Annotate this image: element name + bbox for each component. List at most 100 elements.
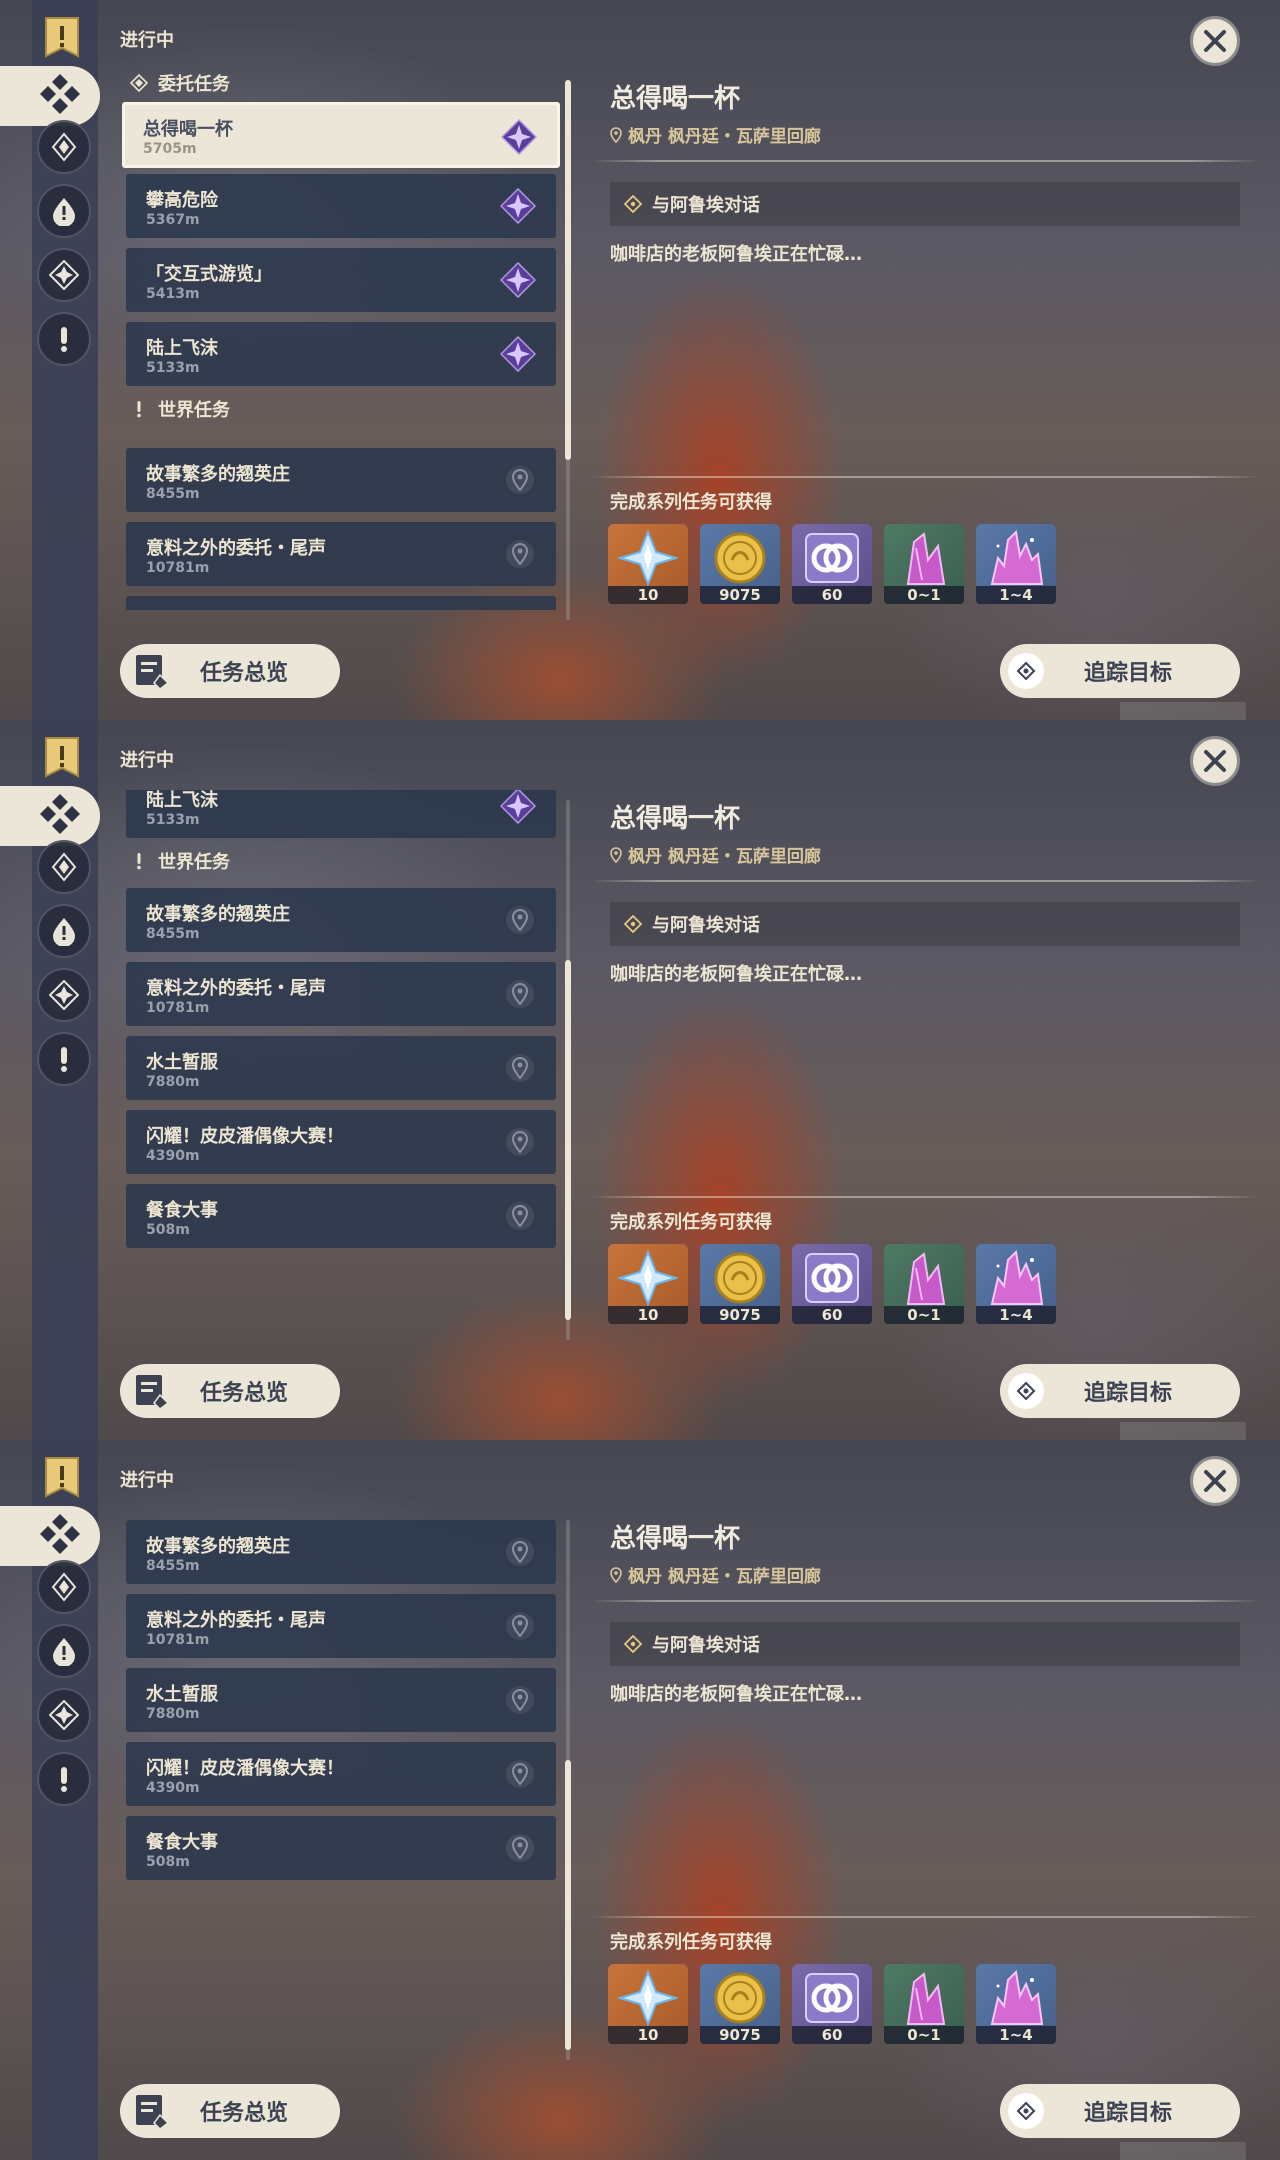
rail-tab-story[interactable]: [37, 184, 91, 238]
rail-tab-story[interactable]: [37, 1624, 91, 1678]
category-header-world: 世界任务: [130, 394, 230, 424]
reward-item[interactable]: 60: [792, 1244, 872, 1324]
quest-overview-label: 任务总览: [200, 1381, 289, 1406]
track-target-button[interactable]: 追踪目标: [1000, 1364, 1240, 1418]
reward-item[interactable]: 10: [608, 1964, 688, 2044]
quest-list-item[interactable]: 「交互式游览」 5413m: [126, 248, 556, 312]
close-button[interactable]: [1190, 1456, 1240, 1506]
exclaimDrop-icon: [49, 1636, 79, 1666]
quest-distance: 5133m: [146, 360, 200, 376]
detail-location-text: 枫丹 枫丹廷・瓦萨里回廊: [628, 1567, 821, 1587]
rail-tab-world-event[interactable]: [37, 248, 91, 302]
rail-tab-archon[interactable]: [37, 840, 91, 894]
commission-star-icon: [500, 336, 536, 372]
reward-count: 10: [608, 586, 688, 604]
diamonds-icon: [38, 72, 82, 120]
rail-tab-world-event[interactable]: [37, 1688, 91, 1742]
reward-item[interactable]: 9075: [700, 1244, 780, 1324]
quest-list-item[interactable]: 攀高危险 5367m: [126, 174, 556, 238]
reward-item[interactable]: 1~4: [976, 1244, 1056, 1324]
quest-name: 故事繁多的翘英庄: [146, 464, 290, 485]
rail-tab-archon[interactable]: [37, 120, 91, 174]
quest-distance: 5133m: [146, 812, 200, 828]
world-exclaim-icon: [130, 400, 148, 418]
reward-item[interactable]: 60: [792, 1964, 872, 2044]
reward-count: 0~1: [884, 1306, 964, 1324]
track-target-button[interactable]: 追踪目标: [1000, 644, 1240, 698]
quest-list-item[interactable]: 故事繁多的翘英庄 8455m: [126, 888, 556, 952]
exclaim-icon: [49, 1044, 79, 1074]
quest-overview-button[interactable]: 任务总览: [120, 1364, 340, 1418]
reward-item[interactable]: 10: [608, 524, 688, 604]
quest-overview-button[interactable]: 任务总览: [120, 644, 340, 698]
reward-item[interactable]: 9075: [700, 1964, 780, 2044]
map-pin-icon: [506, 1834, 534, 1862]
detail-objective: 与阿鲁埃对话: [610, 182, 1240, 226]
reward-item[interactable]: 0~1: [884, 1964, 964, 2044]
objective-text: 与阿鲁埃对话: [652, 195, 760, 216]
quest-distance: 508m: [146, 1854, 190, 1870]
commission-star-icon: [501, 119, 537, 155]
quest-list-item[interactable]: 故事繁多的翘英庄 8455m: [126, 1520, 556, 1584]
quest-name: 餐食大事: [146, 1832, 218, 1853]
rewards-row: 10 9075 60 0~1 1~4: [608, 1244, 1056, 1324]
quest-list-item[interactable]: 总得喝一杯 5705m: [122, 102, 560, 168]
track-diamond-icon: [1008, 653, 1044, 689]
detail-location: 枫丹 枫丹廷・瓦萨里回廊: [610, 122, 821, 147]
category-label: 世界任务: [158, 852, 230, 873]
reward-count: 10: [608, 2026, 688, 2044]
rail-tab-world[interactable]: [37, 312, 91, 366]
category-label: 世界任务: [158, 400, 230, 421]
commission-diamond-icon: [130, 74, 148, 92]
detail-description: 咖啡店的老板阿鲁埃正在忙碌…: [610, 1684, 862, 1705]
overview-icon: [132, 651, 172, 691]
track-target-button[interactable]: 追踪目标: [1000, 2084, 1240, 2138]
rail-tab-commission-active[interactable]: [0, 66, 100, 126]
rail-tab-commission-active[interactable]: [0, 786, 100, 846]
quest-list-item[interactable]: 闪耀！皮皮潘偶像大赛！ 4390m: [126, 1110, 556, 1174]
reward-count: 60: [792, 586, 872, 604]
quest-name: 故事繁多的翘英庄: [146, 904, 290, 925]
quest-name: 水土暂服: [146, 608, 218, 610]
quest-name: 意料之外的委托・尾声: [146, 1610, 326, 1631]
rail-tab-commission-active[interactable]: [0, 1506, 100, 1566]
reward-item[interactable]: 0~1: [884, 1244, 964, 1324]
reward-item[interactable]: 9075: [700, 524, 780, 604]
quest-list-item[interactable]: 意料之外的委托・尾声 10781m: [126, 1594, 556, 1658]
quest-list-item[interactable]: 故事繁多的翘英庄 8455m: [126, 448, 556, 512]
rail-tab-world[interactable]: [37, 1752, 91, 1806]
starDiamond-icon: [49, 1700, 79, 1730]
reward-item[interactable]: 60: [792, 524, 872, 604]
rail-tab-world-event[interactable]: [37, 968, 91, 1022]
list-scrollbar-thumb[interactable]: [565, 960, 571, 1320]
rail-tab-story[interactable]: [37, 904, 91, 958]
quest-list-item[interactable]: 水土暂服7880m: [126, 1036, 556, 1100]
quest-list-item[interactable]: 水土暂服7880m: [126, 596, 556, 610]
reward-item[interactable]: 1~4: [976, 1964, 1056, 2044]
quest-list-item[interactable]: 闪耀！皮皮潘偶像大赛！ 4390m: [126, 1742, 556, 1806]
reward-item[interactable]: 0~1: [884, 524, 964, 604]
rail-tab-world[interactable]: [37, 1032, 91, 1086]
quest-overview-button[interactable]: 任务总览: [120, 2084, 340, 2138]
reward-count: 9075: [700, 2026, 780, 2044]
quest-list-item[interactable]: 餐食大事 508m: [126, 1816, 556, 1880]
quest-list-item[interactable]: 餐食大事 508m: [126, 1184, 556, 1248]
rail-tab-archon[interactable]: [37, 1560, 91, 1614]
list-scrollbar-thumb[interactable]: [565, 1760, 571, 2050]
close-button[interactable]: [1190, 736, 1240, 786]
track-diamond-icon: [1008, 2093, 1044, 2129]
category-header-commission: 委托任务: [130, 70, 230, 98]
quest-list-item[interactable]: 水土暂服7880m: [126, 1668, 556, 1732]
track-target-label: 追踪目标: [1084, 1381, 1173, 1406]
quest-list-item[interactable]: 意料之外的委托・尾声 10781m: [126, 962, 556, 1026]
reward-item[interactable]: 10: [608, 1244, 688, 1324]
list-scrollbar-thumb[interactable]: [565, 80, 571, 460]
quest-list-item[interactable]: 意料之外的委托・尾声 10781m: [126, 522, 556, 586]
close-button[interactable]: [1190, 16, 1240, 66]
reward-item[interactable]: 1~4: [976, 524, 1056, 604]
category-header-world: 世界任务: [130, 846, 230, 876]
rewards-label: 完成系列任务可获得: [610, 1932, 772, 1953]
quest-list-item[interactable]: 陆上飞沫 5133m: [126, 322, 556, 386]
reward-count: 60: [792, 1306, 872, 1324]
quest-list-item[interactable]: 陆上飞沫 5133m: [126, 790, 556, 838]
